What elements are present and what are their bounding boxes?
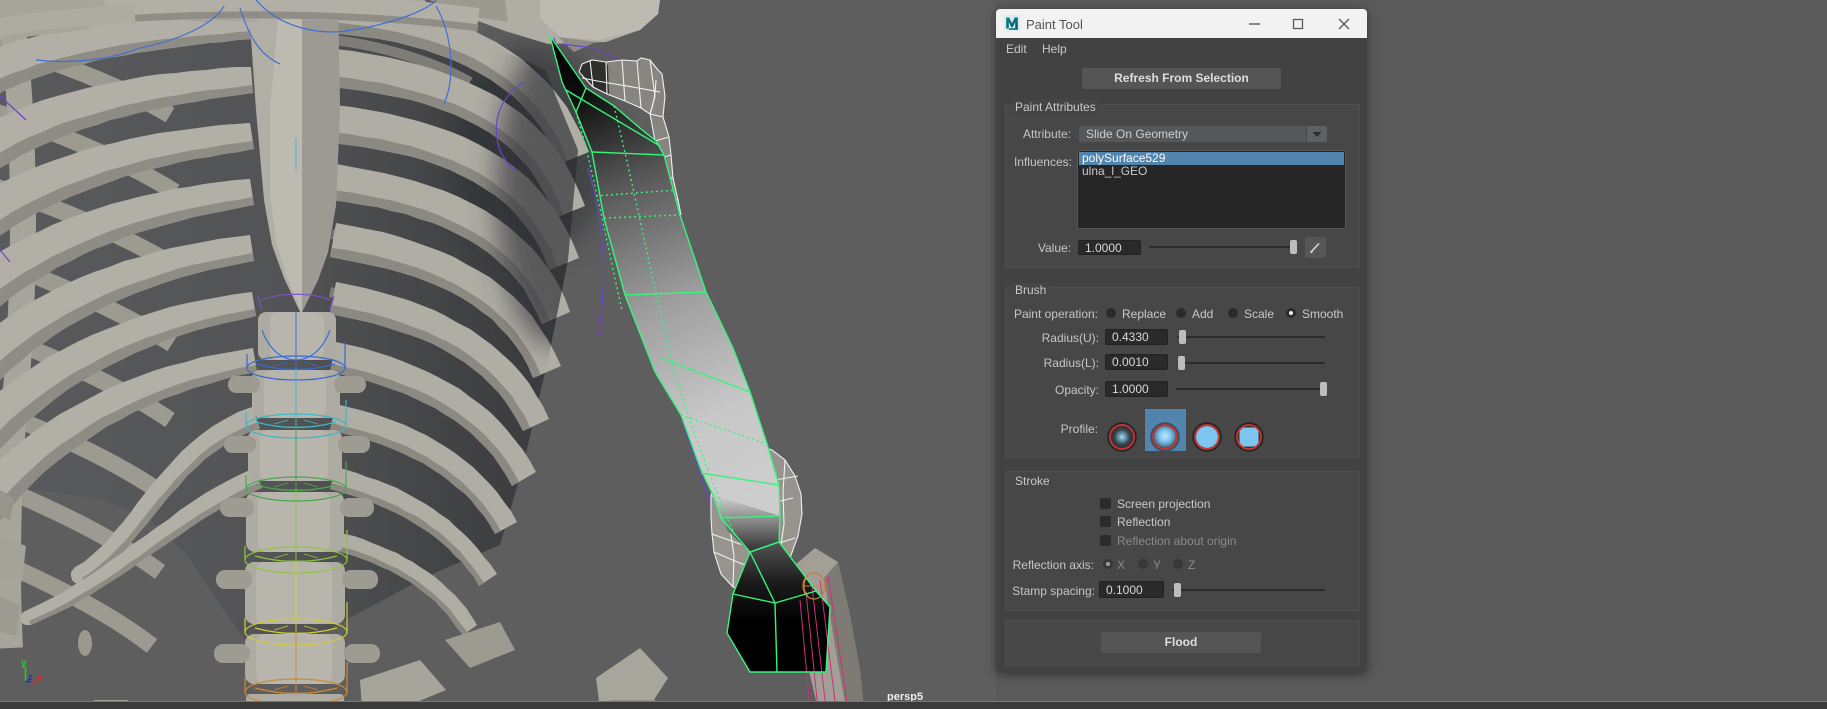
svg-text:y: y <box>21 658 27 669</box>
svg-text:x: x <box>37 672 42 682</box>
svg-text:z: z <box>28 672 33 682</box>
